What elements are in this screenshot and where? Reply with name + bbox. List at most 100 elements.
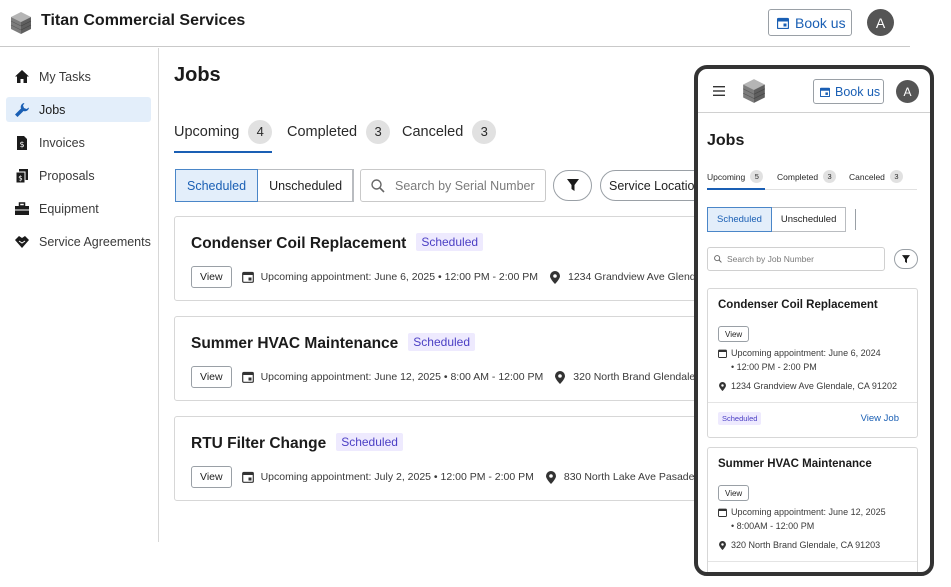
sidebar-item-equipment[interactable]: Equipment <box>6 196 151 221</box>
view-button[interactable]: View <box>191 366 232 388</box>
filter-funnel-icon <box>902 254 910 263</box>
mobile-job-card: Summer HVAC Maintenance View Upcoming ap… <box>707 447 918 572</box>
status-badge: Scheduled <box>408 333 476 351</box>
job-title[interactable]: Condenser Coil Replacement <box>718 299 878 311</box>
app-header: Titan Commercial Services Book us A <box>0 0 910 47</box>
tab-label: Completed <box>777 171 819 182</box>
toolbox-icon <box>15 201 29 215</box>
mobile-segment-scheduled[interactable]: Scheduled <box>707 207 772 232</box>
job-title[interactable]: Summer HVAC Maintenance Scheduled <box>191 333 476 353</box>
search-input[interactable]: Search by Serial Number <box>360 169 546 202</box>
mobile-preview-frame: Book us A Jobs Upcoming 5 Completed 3 Canc… <box>694 65 934 576</box>
status-badge: Scheduled <box>336 433 403 451</box>
calendar-icon <box>241 371 254 383</box>
tab-label: Canceled <box>849 171 885 182</box>
calendar-icon <box>718 349 727 358</box>
sidebar-item-label: Jobs <box>39 102 66 117</box>
job-title[interactable]: RTU Filter Change Scheduled <box>191 433 403 453</box>
sidebar-item-jobs[interactable]: Jobs <box>6 97 151 122</box>
view-button[interactable]: View <box>718 326 750 342</box>
svg-text:$: $ <box>18 174 22 182</box>
mobile-tab-upcoming[interactable]: Upcoming 5 <box>707 170 764 183</box>
appointment-time: • 12:00 PM - 2:00 PM <box>731 362 817 372</box>
mobile-avatar[interactable]: A <box>896 80 919 103</box>
map-pin-icon <box>550 270 560 284</box>
search-placeholder: Search by Job Number <box>727 254 814 264</box>
sidebar-item-label: My Tasks <box>39 69 91 84</box>
job-title-text: Condenser Coil Replacement <box>191 235 407 252</box>
cube-logo-icon[interactable] <box>10 11 32 35</box>
tab-upcoming[interactable]: Upcoming 4 <box>174 119 273 144</box>
tab-canceled[interactable]: Canceled 3 <box>402 119 497 144</box>
tab-label: Completed <box>287 123 358 140</box>
mobile-book-us-button[interactable]: Book us <box>813 79 884 104</box>
filter-button[interactable] <box>553 170 592 201</box>
view-job-link[interactable]: View Job <box>861 413 899 424</box>
sidebar-item-label: Proposals <box>39 168 95 183</box>
tab-count: 5 <box>750 170 764 183</box>
address-line: 1234 Grandview Ave Glendale, CA 91202 <box>718 381 897 391</box>
segment-unscheduled[interactable]: Unscheduled <box>258 169 355 202</box>
mobile-header: Book us A <box>698 69 930 113</box>
job-title[interactable]: Condenser Coil Replacement Scheduled <box>191 233 484 253</box>
mobile-page-title: Jobs <box>707 132 745 149</box>
job-card: RTU Filter Change Scheduled View Upcoming… <box>174 416 704 501</box>
appointment-text: Upcoming appointment: June 6, 2024 <box>731 348 881 358</box>
book-us-label: Book us <box>835 84 881 99</box>
tab-label: Canceled <box>402 123 464 140</box>
segment-scheduled[interactable]: Scheduled <box>175 169 259 202</box>
tab-completed[interactable]: Completed 3 <box>287 119 391 144</box>
tab-count: 3 <box>472 119 497 144</box>
view-button[interactable]: View <box>191 466 232 488</box>
search-icon <box>714 255 722 263</box>
calendar-icon <box>718 508 727 517</box>
sidebar-item-label: Service Agreements <box>39 234 151 249</box>
job-title[interactable]: Summer HVAC Maintenance <box>718 458 872 470</box>
sidebar-item-invoices[interactable]: $ Invoices <box>6 130 151 155</box>
calendar-icon <box>241 471 254 483</box>
handshake-icon <box>15 235 29 248</box>
sidebar-item-service-agreements[interactable]: Service Agreements <box>6 229 151 254</box>
avatar[interactable]: A <box>867 9 894 36</box>
search-placeholder: Search by Serial Number <box>395 178 535 193</box>
tab-count: 4 <box>248 119 273 144</box>
tab-label: Upcoming <box>707 171 746 182</box>
view-button[interactable]: View <box>718 485 750 501</box>
schedule-segmented-control: Scheduled Unscheduled <box>175 169 355 202</box>
search-icon <box>371 178 385 193</box>
hamburger-menu-icon[interactable] <box>713 86 725 96</box>
address-text: 830 North Lake Ave Pasadena, CA 91104 <box>563 471 703 483</box>
map-pin-icon <box>555 370 566 384</box>
address-text: 1234 Grandview Ave Glendale, CA 91202 <box>568 271 703 283</box>
mobile-tab-canceled[interactable]: Canceled 3 <box>849 170 903 183</box>
mobile-toolbar-divider <box>855 209 856 230</box>
appointment-time: • 8:00AM - 12:00 PM <box>731 521 815 531</box>
job-details-row: View Upcoming appointment: June 12, 2025… <box>191 366 703 388</box>
svg-text:$: $ <box>19 140 24 149</box>
tab-count: 3 <box>366 119 391 144</box>
sidebar-item-proposals[interactable]: $ Proposals <box>6 163 151 188</box>
mobile-search-input[interactable]: Search by Job Number <box>707 247 885 271</box>
toolbar-divider <box>352 170 353 201</box>
address-text: 320 North Brand Glendale, CA 91203 <box>731 540 881 550</box>
address-text: 1234 Grandview Ave Glendale, CA 91202 <box>731 381 897 391</box>
mobile-job-card: Condenser Coil Replacement View Upcoming… <box>707 288 918 438</box>
sidebar-item-label: Equipment <box>39 201 99 216</box>
address-line: 320 North Brand Glendale, CA 91203 <box>718 540 880 550</box>
appointment-text: Upcoming appointment: June 6, 2025 • 12:… <box>260 271 538 283</box>
view-button[interactable]: View <box>191 266 232 288</box>
wrench-icon <box>15 102 29 117</box>
status-badge: Scheduled <box>718 412 762 425</box>
mobile-filter-button[interactable] <box>894 249 918 269</box>
mobile-tab-completed[interactable]: Completed 3 <box>777 170 837 183</box>
map-pin-icon <box>545 470 556 484</box>
appointment-line: Upcoming appointment: June 6, 2024 <box>718 348 881 358</box>
mobile-segment-unscheduled[interactable]: Unscheduled <box>771 207 847 232</box>
tab-count: 3 <box>889 170 903 183</box>
sidebar-item-my-tasks[interactable]: My Tasks <box>6 64 151 89</box>
calendar-icon <box>820 87 830 97</box>
appointment-text: Upcoming appointment: July 2, 2025 • 12:… <box>260 471 534 483</box>
book-us-button[interactable]: Book us <box>768 9 852 36</box>
appointment-text: Upcoming appointment: June 12, 2025 • 8:… <box>260 371 544 383</box>
cube-logo-icon[interactable] <box>742 78 766 104</box>
